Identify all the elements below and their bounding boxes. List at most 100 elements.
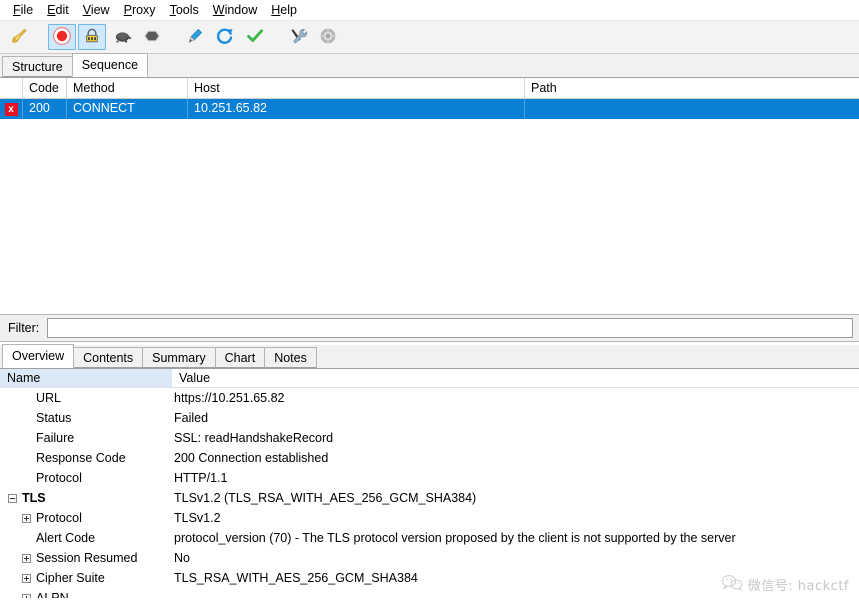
detail-value-cell: No [174, 551, 190, 565]
detail-label: URL [36, 391, 62, 405]
tab-summary-label: Summary [152, 351, 206, 365]
menu-edit-mnemonic: E [47, 2, 56, 17]
menu-item-edit[interactable]: Edit [40, 1, 76, 19]
request-table: Code Method Host Path x 200 CONNECT 10.2… [0, 78, 859, 314]
detail-label: Protocol [36, 511, 82, 525]
validate-check-icon [245, 26, 265, 49]
repeat-button[interactable] [211, 24, 239, 50]
row-method-cell: CONNECT [67, 99, 188, 119]
ssl-proxying-button[interactable] [78, 24, 106, 50]
tab-sequence[interactable]: Sequence [71, 53, 149, 77]
detail-row-session-resumed[interactable]: Session Resumed No [0, 548, 859, 568]
detail-value-cell: - [174, 591, 179, 598]
detail-row-status[interactable]: Status Failed [0, 408, 859, 428]
table-row[interactable]: x 200 CONNECT 10.251.65.82 [0, 99, 859, 119]
column-header-code[interactable]: Code [23, 78, 67, 98]
detail-name-cell: Protocol [0, 511, 172, 525]
detail-label: Status [36, 411, 72, 425]
filter-bar: Filter: [0, 314, 859, 342]
detail-row-url[interactable]: URL https://10.251.65.82 [0, 388, 859, 408]
detail-value-cell: 200 Connection established [174, 451, 329, 465]
detail-name-cell: Response Code [0, 451, 172, 465]
tree-expand-plus-icon[interactable] [22, 573, 31, 583]
column-header-status[interactable] [0, 78, 23, 98]
column-header-host[interactable]: Host [188, 78, 525, 98]
menu-item-help[interactable]: Help [264, 1, 304, 19]
tab-overview-label: Overview [12, 349, 65, 363]
detail-name-cell: Cipher Suite [0, 571, 172, 585]
throttle-button[interactable] [108, 24, 136, 50]
turtle-throttle-icon [112, 26, 133, 49]
tree-expand-plus-icon[interactable] [22, 553, 31, 563]
detail-column-header-value[interactable]: Value [172, 369, 859, 387]
detail-row-alpn[interactable]: ALPN - [0, 588, 859, 598]
menu-edit-rest: dit [55, 2, 69, 17]
detail-row-failure[interactable]: Failure SSL: readHandshakeRecord [0, 428, 859, 448]
detail-value-cell: HTTP/1.1 [174, 471, 228, 485]
breakpoints-button[interactable] [138, 24, 166, 50]
tree-expand-plus-icon[interactable] [22, 513, 31, 523]
ssl-lock-icon [82, 26, 102, 49]
detail-view-tabs: Overview Contents Summary Chart Notes [0, 344, 859, 369]
detail-label: TLS [22, 491, 46, 505]
detail-value-cell: SSL: readHandshakeRecord [174, 431, 334, 445]
row-host-cell: 10.251.65.82 [188, 99, 525, 119]
compose-pen-icon [185, 26, 205, 49]
detail-name-cell: Alert Code [0, 531, 172, 545]
detail-label: Response Code [36, 451, 126, 465]
detail-label: Failure [36, 431, 75, 445]
detail-row-tls[interactable]: TLS TLSv1.2 (TLS_RSA_WITH_AES_256_GCM_SH… [0, 488, 859, 508]
validate-button[interactable] [241, 24, 269, 50]
detail-value-cell: protocol_version (70) - The TLS protocol… [174, 531, 736, 545]
detail-row-cipher-suite[interactable]: Cipher Suite TLS_RSA_WITH_AES_256_GCM_SH… [0, 568, 859, 588]
menu-help-mnemonic: H [271, 2, 281, 17]
filter-input[interactable] [47, 318, 853, 338]
detail-column-header-name[interactable]: Name [0, 369, 172, 387]
charles-proxy-window: File Edit View Proxy Tools Window Help S… [0, 0, 859, 612]
detail-value-cell: TLSv1.2 [174, 511, 221, 525]
column-header-method[interactable]: Method [67, 78, 188, 98]
repeat-refresh-icon [215, 26, 235, 49]
tree-expand-plus-icon[interactable] [22, 593, 31, 598]
clear-session-button[interactable] [5, 24, 33, 50]
tree-collapse-minus-icon[interactable] [8, 493, 17, 503]
menu-item-view[interactable]: View [76, 1, 117, 19]
menu-item-file[interactable]: File [6, 1, 40, 19]
detail-row-alert-code[interactable]: Alert Code protocol_version (70) - The T… [0, 528, 859, 548]
tab-chart[interactable]: Chart [214, 347, 266, 368]
menu-item-tools[interactable]: Tools [163, 1, 206, 19]
tab-overview[interactable]: Overview [2, 344, 75, 368]
tab-contents[interactable]: Contents [73, 347, 144, 368]
session-view-tabs: Structure Sequence [0, 53, 859, 78]
column-header-path[interactable]: Path [525, 78, 859, 98]
record-button[interactable] [48, 24, 76, 50]
detail-row-response-code[interactable]: Response Code 200 Connection established [0, 448, 859, 468]
detail-name-cell: TLS [0, 491, 172, 505]
menu-item-window[interactable]: Window [206, 1, 264, 19]
row-code-cell: 200 [23, 99, 67, 119]
menu-item-proxy[interactable]: Proxy [117, 1, 163, 19]
tab-notes[interactable]: Notes [264, 347, 317, 368]
tab-summary[interactable]: Summary [142, 347, 216, 368]
detail-label: Alert Code [36, 531, 96, 545]
compose-button[interactable] [181, 24, 209, 50]
settings-button[interactable] [314, 24, 342, 50]
detail-name-cell: Status [0, 411, 172, 425]
tab-structure[interactable]: Structure [2, 56, 73, 77]
menu-tools-rest: ools [175, 2, 199, 17]
tools-button[interactable] [284, 24, 312, 50]
menu-help-rest: elp [280, 2, 297, 17]
detail-row-tls-protocol[interactable]: Protocol TLSv1.2 [0, 508, 859, 528]
detail-label: Session Resumed [36, 551, 138, 565]
toolbar-separator-2 [167, 24, 180, 50]
main-toolbar [0, 20, 859, 54]
detail-row-protocol[interactable]: Protocol HTTP/1.1 [0, 468, 859, 488]
